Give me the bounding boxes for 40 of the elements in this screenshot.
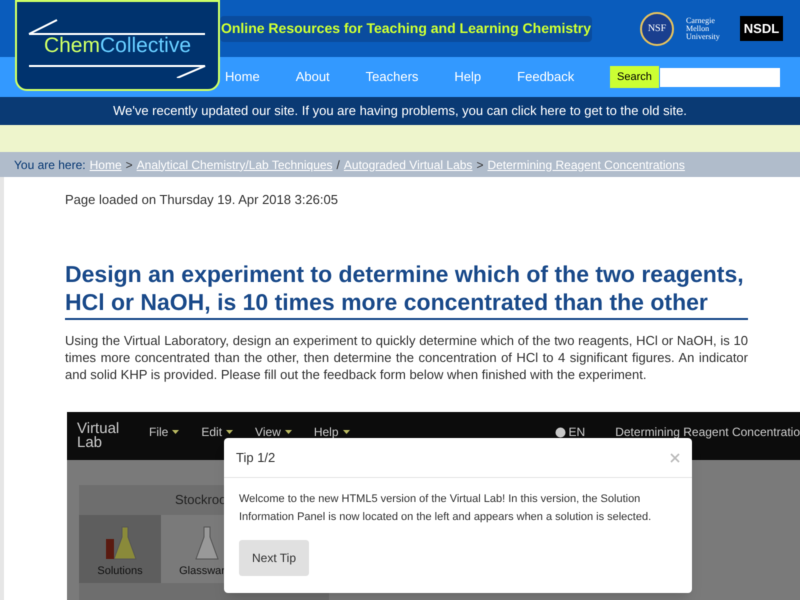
breadcrumb-link[interactable]: Analytical Chemistry/Lab Techniques	[136, 156, 333, 174]
next-tip-button[interactable]: Next Tip	[239, 540, 310, 576]
breadcrumb-link[interactable]: Autograded Virtual Labs	[344, 156, 472, 174]
intro-paragraph: Using the Virtual Laboratory, design an experiment to quickly determine which of the two reagents, HCl or NaOH, is 10 times more concentrated than the other, then determine the concentration of HCl to 4 significant figures. An indicator and solid KHP is provided. Please fill out the feedback form below when finished with the experiment.	[65, 332, 748, 382]
menu-item[interactable]: Edit	[201, 423, 222, 441]
university-logo: Carnegie Mellon University	[686, 16, 720, 40]
lab-title: Determining Reagent Concentratio	[615, 424, 800, 441]
breadcrumb-label: You are here:	[14, 156, 86, 174]
tagline: Online Resources for Teaching and Learning Chemistry	[220, 16, 592, 42]
breadcrumb-link[interactable]: Home	[90, 156, 122, 174]
close-icon[interactable]	[670, 452, 680, 462]
breadcrumb-separator: /	[336, 156, 340, 174]
category-tab[interactable]: Solutions	[79, 515, 161, 583]
page-loaded-text: Page loaded on Thursday 19. Apr 2018 3:26:05	[65, 191, 339, 209]
caret-icon	[342, 430, 350, 434]
nsdl-logo: NSDL	[740, 16, 784, 42]
nav-link[interactable]: About	[296, 67, 330, 87]
caret-icon	[172, 430, 180, 434]
dialog-title: Tip 1/2	[236, 448, 276, 467]
caret-icon	[226, 430, 234, 434]
breadcrumb-link[interactable]: Determining Reagent Concentrations	[487, 156, 685, 174]
search-button[interactable]: Search	[610, 66, 659, 88]
search-field[interactable]	[660, 68, 780, 86]
nsf-logo: NSF	[640, 12, 674, 46]
logo-text: ChemCollective	[44, 32, 192, 59]
nav-link[interactable]: Home	[225, 67, 260, 87]
nav-link[interactable]: Teachers	[366, 67, 418, 87]
language-selector[interactable]: EN	[568, 423, 586, 441]
breadcrumb-separator: >	[476, 156, 484, 174]
nav-link[interactable]: Feedback	[517, 67, 574, 87]
notice-banner[interactable]: We've recently updated our site. If you are having problems, you can click here to get to the old site.	[0, 97, 800, 125]
caret-icon	[284, 430, 292, 434]
breadcrumb-separator: >	[126, 156, 133, 174]
menu-item[interactable]: View	[255, 423, 281, 441]
nav-link[interactable]: Help	[454, 67, 482, 87]
menu-item[interactable]: Help	[314, 423, 339, 441]
globe-icon	[554, 426, 566, 438]
virtual-lab-brand: Virtual Lab	[77, 419, 120, 450]
menu-item[interactable]: File	[149, 423, 168, 441]
page-heading: Design an experiment to determine which of the two reagents, HCl or NaOH, is 10 times more concentrated than the other	[65, 260, 748, 320]
